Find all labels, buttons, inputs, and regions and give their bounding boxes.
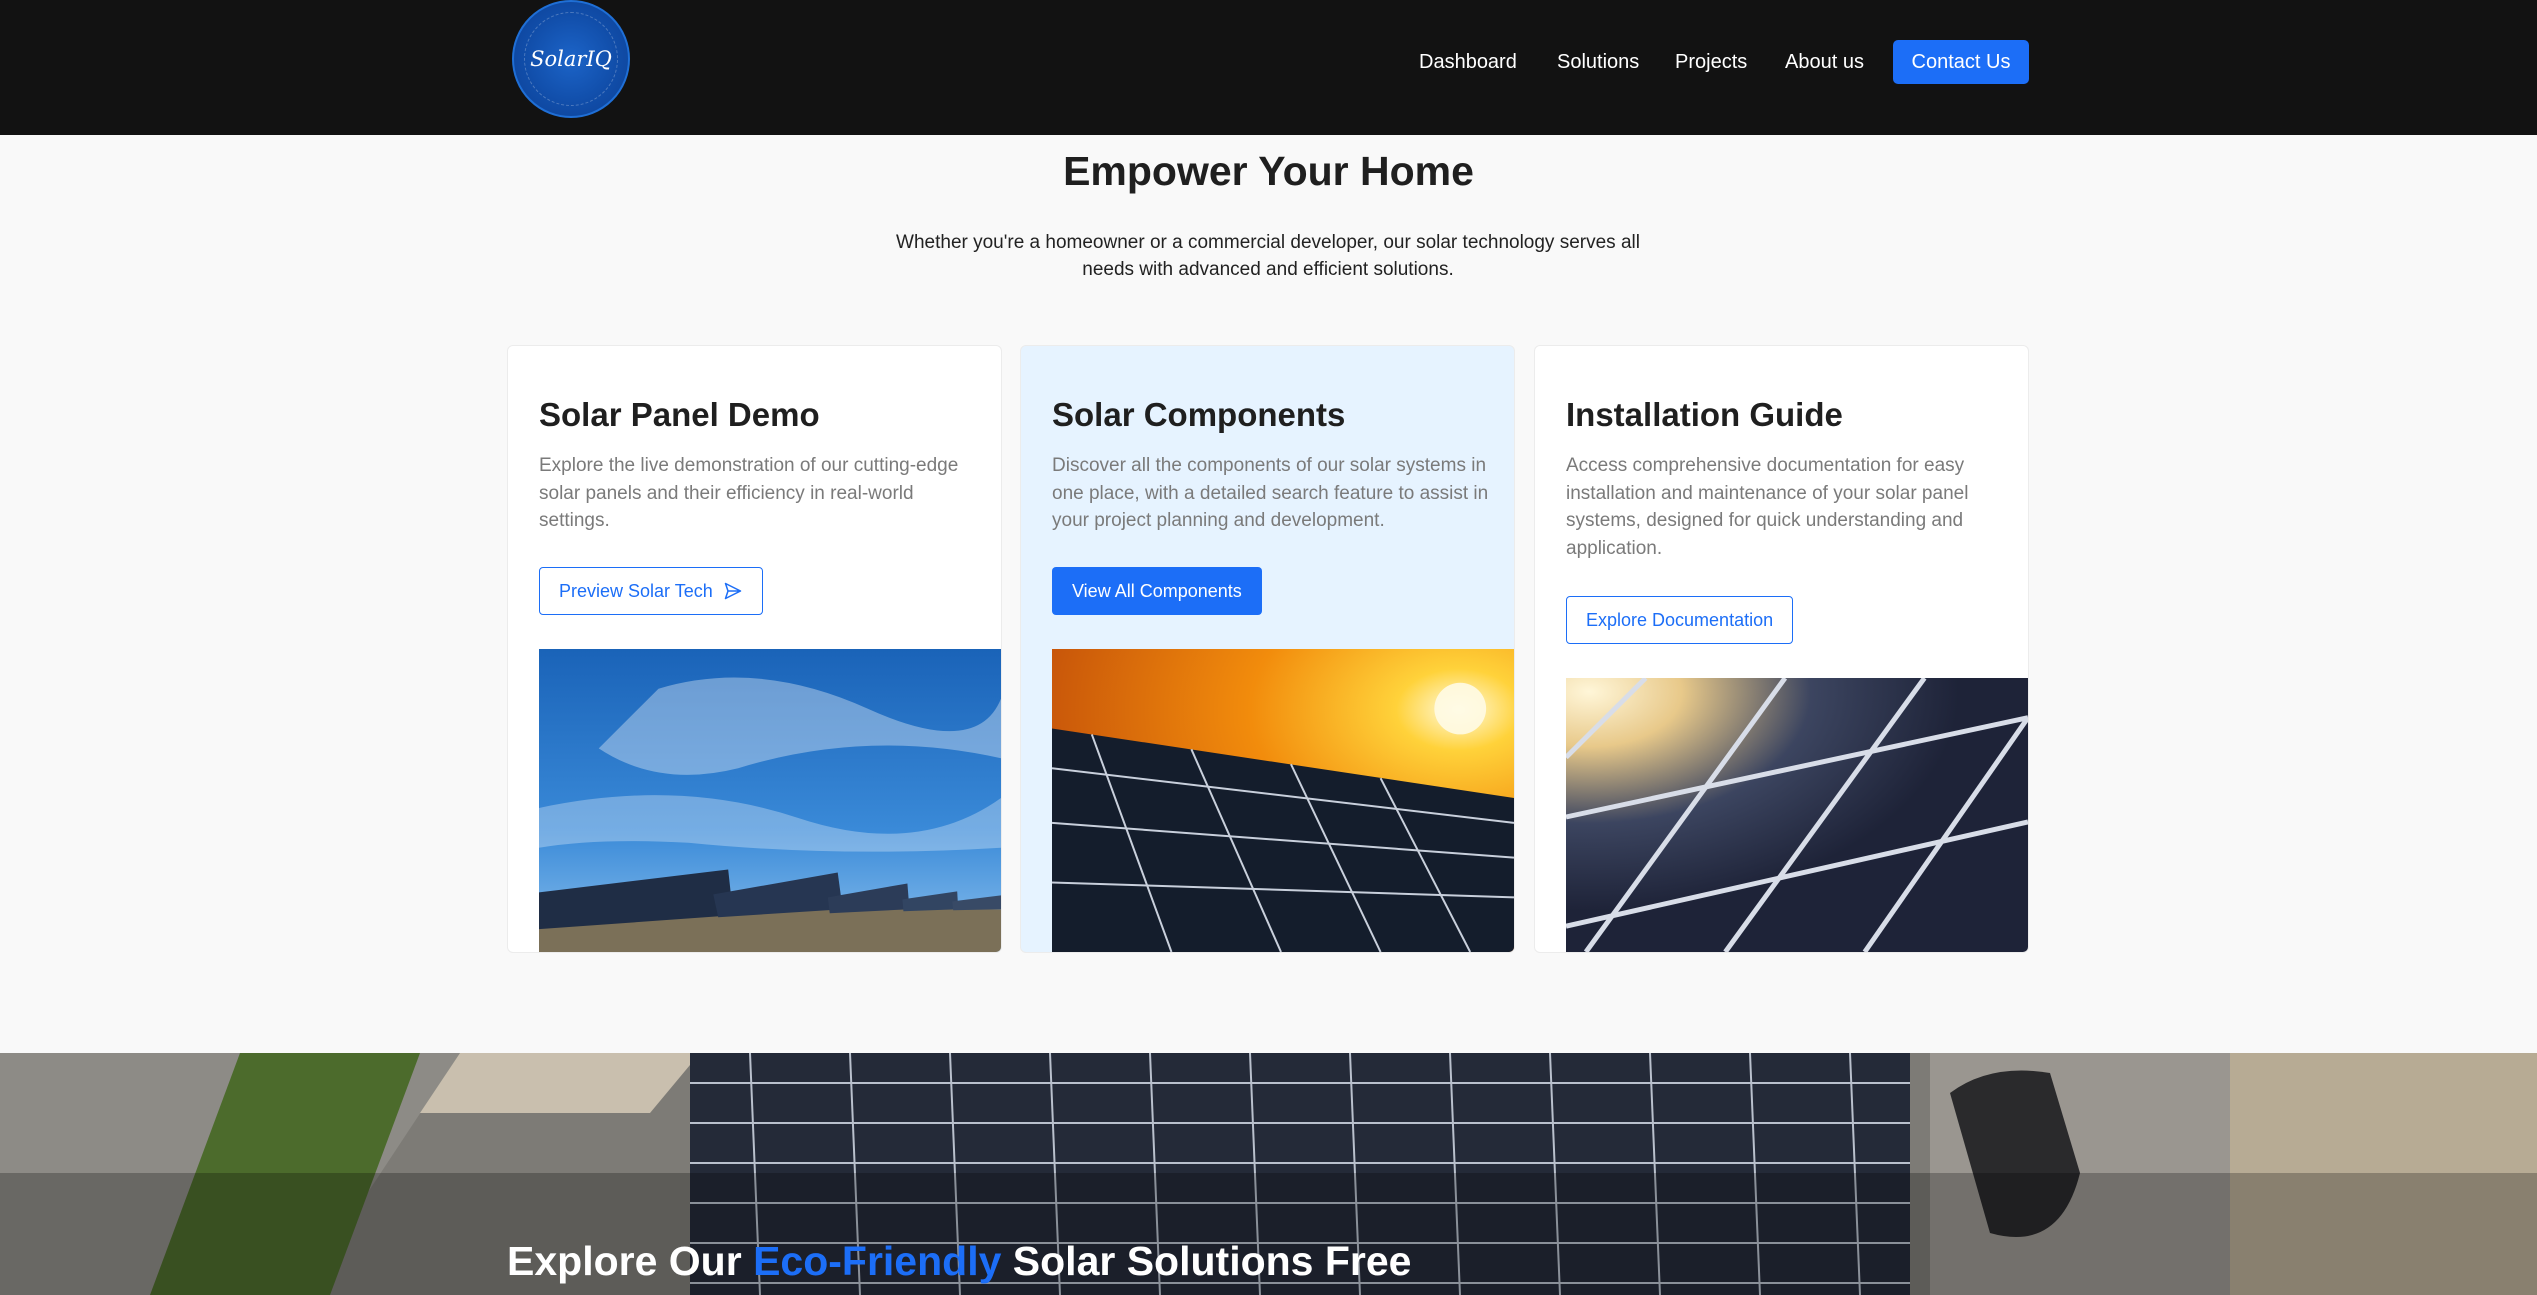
nav-projects[interactable]: Projects <box>1675 48 1747 76</box>
banner-heading-start: Explore Our <box>507 1238 754 1284</box>
card-description: Explore the live demonstration of our cu… <box>539 455 959 531</box>
card-description: Discover all the components of our solar… <box>1052 455 1489 531</box>
solar-field-sky-image <box>539 649 1001 952</box>
banner-heading-end: Solar Solutions Free <box>1001 1238 1412 1284</box>
card-description: Access comprehensive documentation for e… <box>1566 455 1969 559</box>
page-title: Empower Your Home <box>1063 148 1474 194</box>
card-installation-guide: Installation Guide Access comprehensive … <box>1534 345 2029 953</box>
explore-documentation-button[interactable]: Explore Documentation <box>1566 596 1794 644</box>
card-title: Solar Panel Demo <box>539 396 820 433</box>
site-header: SolarIQ Dashboard Solutions Projects Abo… <box>0 0 2537 135</box>
preview-solar-tech-button[interactable]: Preview Solar Tech <box>539 567 763 615</box>
card-solar-panel-demo: Solar Panel Demo Explore the live demons… <box>507 345 1002 953</box>
contact-us-button[interactable]: Contact Us <box>1893 40 2029 84</box>
logo[interactable]: SolarIQ <box>512 0 630 118</box>
button-label: Preview Solar Tech <box>559 580 713 601</box>
card-title: Installation Guide <box>1566 396 1843 433</box>
nav-dashboard[interactable]: Dashboard <box>1419 48 1517 76</box>
card-title: Solar Components <box>1052 396 1346 433</box>
logo-text: SolarIQ <box>530 47 612 71</box>
hero-subtitle: Whether you're a homeowner or a commerci… <box>896 232 1640 280</box>
card-solar-components: Solar Components Discover all the compon… <box>1020 345 1515 953</box>
solar-panels-closeup-image <box>1566 678 2028 952</box>
banner-heading: Explore Our Eco-Friendly Solar Solutions… <box>507 1238 1411 1285</box>
nav-solutions[interactable]: Solutions <box>1557 48 1639 76</box>
view-all-components-button[interactable]: View All Components <box>1052 567 1262 615</box>
nav-about-us[interactable]: About us <box>1785 48 1864 76</box>
solar-panels-sunset-image <box>1052 649 1514 952</box>
send-icon <box>724 582 741 600</box>
banner-heading-accent: Eco-Friendly <box>753 1238 1002 1284</box>
